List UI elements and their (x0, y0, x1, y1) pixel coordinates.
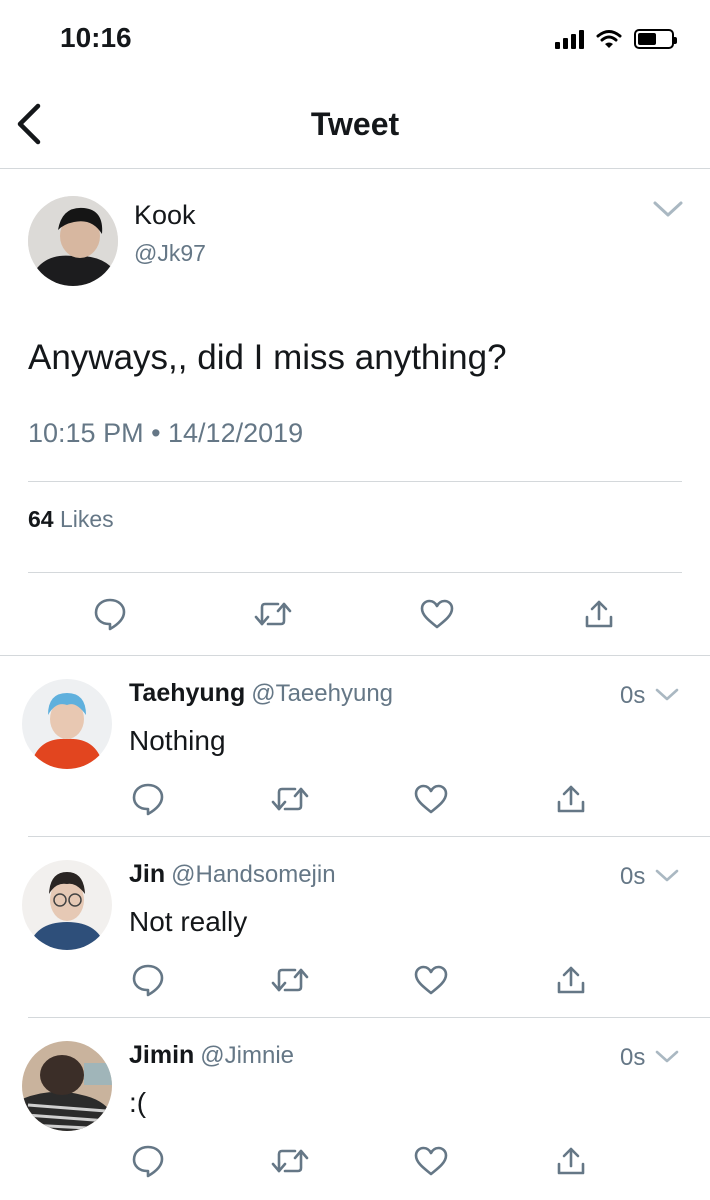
likes-number: 64 (28, 506, 54, 532)
share-icon[interactable] (555, 783, 587, 815)
reply-header: Jimin @Jimnie (129, 1041, 294, 1070)
reply-text: Nothing (129, 725, 226, 756)
avatar-taehyung[interactable] (22, 679, 112, 769)
share-icon[interactable] (583, 598, 615, 630)
divider (28, 836, 710, 837)
chevron-down-icon[interactable] (654, 867, 680, 885)
reply-author-name[interactable]: Jimin (129, 1041, 194, 1069)
retweet-icon[interactable] (271, 964, 309, 996)
tweet-author-name[interactable]: Kook (134, 200, 196, 231)
reply-time: 0s (620, 1044, 646, 1071)
likes-label: Likes (59, 506, 114, 532)
chevron-down-icon[interactable] (652, 198, 684, 220)
reply-text: :( (129, 1087, 147, 1118)
tweet-timestamp: 10:15 PM • 14/12/2019 (28, 418, 304, 448)
reply-author-name[interactable]: Taehyung (129, 679, 245, 707)
reply-author-handle[interactable]: @Jimnie (200, 1042, 294, 1069)
reply-icon[interactable] (131, 782, 165, 816)
like-icon[interactable] (413, 783, 449, 815)
avatar-jin[interactable] (22, 860, 112, 950)
reply-icon[interactable] (131, 1144, 165, 1178)
reply-time: 0s (620, 682, 646, 709)
divider (28, 481, 682, 482)
share-icon[interactable] (555, 964, 587, 996)
wifi-icon (596, 30, 622, 48)
divider (28, 572, 682, 573)
share-icon[interactable] (555, 1145, 587, 1177)
reply-author-handle[interactable]: @Taeehyung (251, 680, 393, 707)
retweet-icon[interactable] (254, 598, 292, 630)
divider (28, 1017, 710, 1018)
tweet-text: Anyways,, did I miss anything? (28, 338, 507, 377)
like-icon[interactable] (419, 598, 455, 630)
battery-icon (634, 29, 677, 49)
reply-icon[interactable] (93, 597, 127, 631)
likes-count[interactable]: 64 Likes (28, 506, 114, 533)
reply-header: Jin @Handsomejin (129, 860, 336, 889)
status-time: 10:16 (60, 22, 132, 53)
like-icon[interactable] (413, 1145, 449, 1177)
avatar-jimin[interactable] (22, 1041, 112, 1131)
nav-bar: Tweet (0, 80, 710, 169)
chevron-down-icon[interactable] (654, 1048, 680, 1066)
tweet-author-handle[interactable]: @Jk97 (134, 240, 206, 267)
retweet-icon[interactable] (271, 1145, 309, 1177)
chevron-down-icon[interactable] (654, 686, 680, 704)
divider (0, 655, 710, 656)
reply-icon[interactable] (131, 963, 165, 997)
avatar-kook[interactable] (28, 196, 118, 286)
page-title: Tweet (310, 106, 400, 142)
like-icon[interactable] (413, 964, 449, 996)
retweet-icon[interactable] (271, 783, 309, 815)
signal-icon (555, 29, 584, 49)
status-icons (555, 26, 677, 52)
reply-author-handle[interactable]: @Handsomejin (171, 861, 335, 888)
reply-author-name[interactable]: Jin (129, 860, 165, 888)
reply-time: 0s (620, 863, 646, 890)
reply-text: Not really (129, 906, 248, 937)
reply-header: Taehyung @Taeehyung (129, 679, 393, 708)
